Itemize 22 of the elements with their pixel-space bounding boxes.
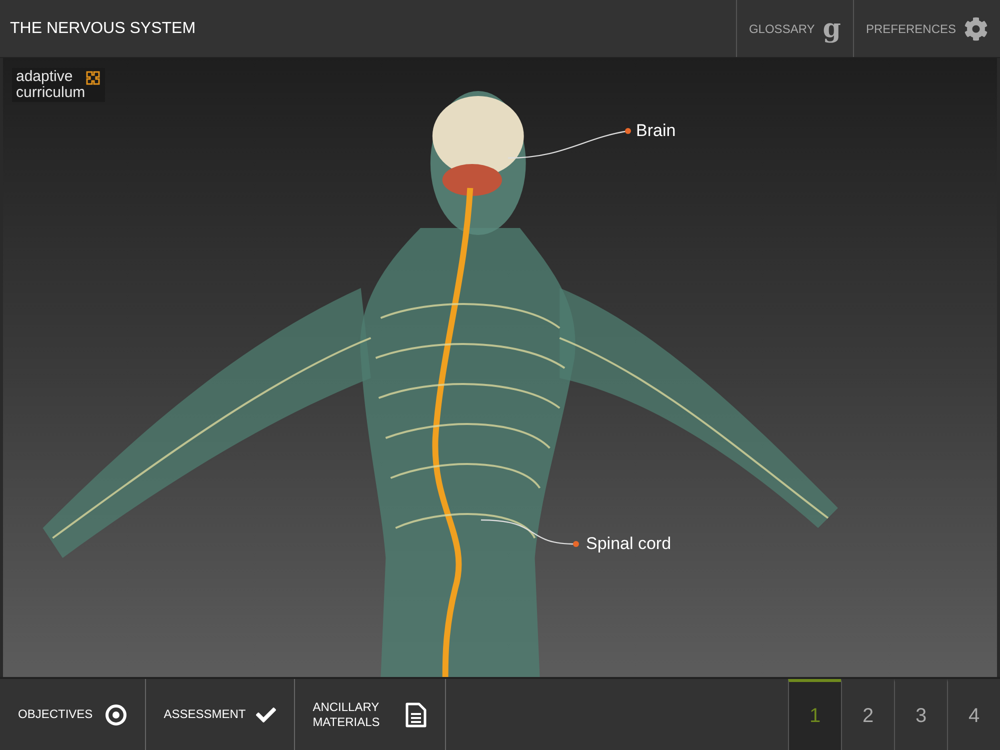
materials-button[interactable]: ANCILLARY MATERIALS bbox=[294, 679, 446, 750]
logo-text: adaptive bbox=[16, 69, 74, 85]
page-tab[interactable]: 4 bbox=[947, 679, 1000, 750]
page-title: THE NERVOUS SYSTEM bbox=[9, 18, 197, 38]
anatomy-label: Brain bbox=[636, 120, 676, 142]
page-tab[interactable]: 1 bbox=[788, 679, 841, 750]
document-icon bbox=[404, 702, 427, 728]
page-tab[interactable]: 2 bbox=[841, 679, 894, 750]
settings-icon bbox=[964, 16, 988, 40]
check-icon bbox=[256, 704, 276, 724]
glossary-button[interactable]: GLOSSARY g bbox=[736, 0, 853, 57]
preferences-button[interactable]: PREFERENCES bbox=[852, 0, 1000, 57]
logo-text: curriculum bbox=[16, 85, 86, 101]
glossary-icon: g bbox=[822, 16, 841, 42]
anatomy-label: Spinal cord bbox=[586, 533, 672, 555]
objectives-button[interactable]: OBJECTIVES bbox=[0, 679, 146, 750]
page-tab[interactable]: 3 bbox=[894, 679, 947, 750]
label-dot bbox=[625, 128, 631, 134]
target-icon bbox=[104, 704, 127, 726]
label-dot bbox=[573, 541, 579, 547]
puzzle-icon bbox=[85, 70, 102, 86]
assessment-button[interactable]: ASSESSMENT bbox=[146, 679, 295, 750]
